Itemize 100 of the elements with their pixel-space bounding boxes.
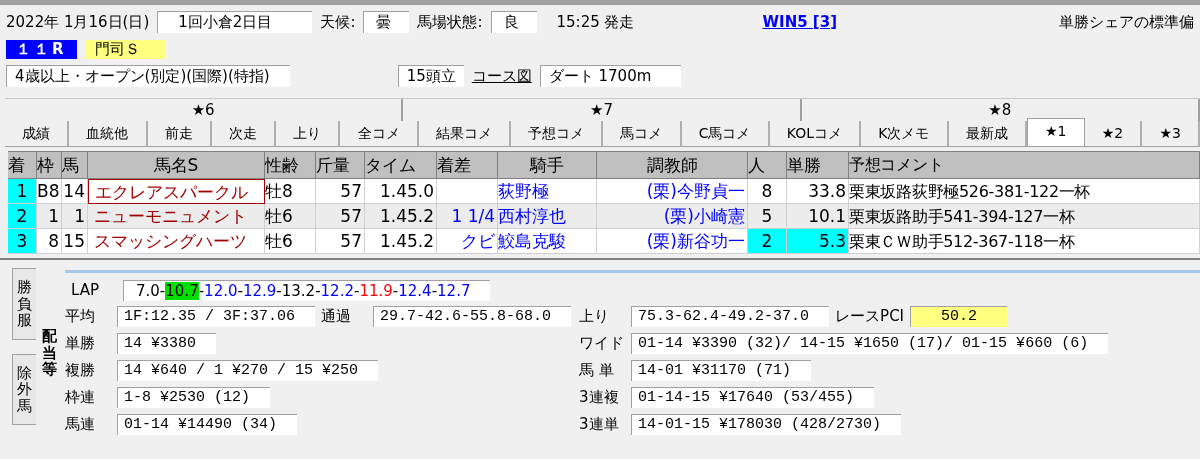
tab[interactable]: 上り bbox=[276, 121, 341, 146]
payout-label: 枠連 bbox=[65, 387, 96, 407]
table-cell: 57 bbox=[316, 179, 365, 204]
column-header: 馬 bbox=[62, 152, 88, 179]
column-header: 馬名S bbox=[88, 152, 265, 179]
column-header: 調教師 bbox=[597, 152, 748, 179]
table-cell: ニューモニュメント bbox=[88, 204, 265, 229]
table-cell: 2 bbox=[748, 229, 787, 254]
column-header: タイム bbox=[365, 152, 437, 179]
track-condition-label: 馬場状態: bbox=[417, 12, 483, 32]
column-header: 着差 bbox=[437, 152, 498, 179]
race-date: 2022年 1月16日(日) bbox=[6, 12, 150, 32]
table-cell: (栗)今野貞一 bbox=[597, 179, 748, 204]
tab[interactable]: 次走 bbox=[211, 121, 277, 146]
race-conditions-field: 4歳以上・オープン(別定)(国際)(特指) bbox=[6, 65, 290, 87]
course-field: ダート 1700m bbox=[539, 65, 682, 87]
tab[interactable]: ★2 bbox=[1084, 121, 1143, 146]
table-cell: エクレアスパークル bbox=[88, 179, 265, 204]
column-header: 予想コメント bbox=[849, 152, 1200, 179]
column-header: 枠 bbox=[37, 152, 62, 179]
payout-label: 複勝 bbox=[65, 360, 96, 380]
tab[interactable]: KOLコメ bbox=[769, 121, 862, 146]
tab[interactable]: 予想コメ bbox=[510, 121, 604, 146]
table-cell: 5.3 bbox=[787, 229, 849, 254]
payout-field: 01-14-15 ¥17640 (53/455) bbox=[631, 386, 875, 408]
payout-label: 3連複 bbox=[579, 387, 620, 407]
table-cell: 1 bbox=[62, 204, 88, 229]
tab[interactable]: 結果コメ bbox=[418, 121, 511, 146]
table-cell: 8 bbox=[37, 229, 62, 254]
stat-field: 75.3-62.4-49.2-37.0 bbox=[631, 305, 830, 327]
payout-label: ワイド bbox=[579, 333, 626, 353]
table-cell: 1.45.0 bbox=[365, 179, 437, 204]
tab-group-header[interactable]: ★7 bbox=[403, 99, 802, 121]
table-cell: 1 1/4 bbox=[437, 204, 498, 229]
stat-field: 1F:12.35 / 3F:37.06 bbox=[117, 305, 316, 327]
table-cell: 33.8 bbox=[787, 179, 849, 204]
side-tab[interactable]: 勝負服 bbox=[12, 268, 36, 340]
weather-field: 曇 bbox=[363, 11, 410, 33]
tab[interactable]: 血統他 bbox=[69, 121, 148, 146]
payout-field: 14-01-15 ¥178030 (428/2730) bbox=[631, 413, 902, 435]
share-label: 単勝シェアの標準偏 bbox=[1059, 12, 1194, 32]
stat-field: 29.7-42.6-55.8-68.0 bbox=[373, 305, 572, 327]
table-cell: 10.1 bbox=[787, 204, 849, 229]
table-cell: 1 bbox=[37, 204, 62, 229]
payout-field: 14-01 ¥31170 (71) bbox=[631, 359, 812, 381]
track-condition-field: 良 bbox=[490, 11, 537, 33]
tab[interactable]: 全コメ bbox=[340, 121, 419, 146]
lap-label: LAP bbox=[70, 281, 100, 299]
side-tab[interactable]: 配当等 bbox=[40, 328, 59, 378]
table-cell: 14 bbox=[62, 179, 88, 204]
post-time: 15:25 発走 bbox=[556, 12, 635, 32]
tab[interactable]: ★3 bbox=[1142, 121, 1200, 146]
stat-label: レースPCI bbox=[835, 306, 905, 326]
table-cell: 1.45.2 bbox=[365, 204, 437, 229]
column-header: 斤量 bbox=[316, 152, 365, 179]
tab[interactable]: C馬コメ bbox=[681, 121, 770, 146]
tab[interactable]: ★1 bbox=[1026, 118, 1085, 146]
tab[interactable]: K次メモ bbox=[861, 121, 949, 146]
table-cell: 西村淳也 bbox=[498, 204, 597, 229]
tab[interactable]: 成績 bbox=[5, 121, 70, 146]
meeting-field: 1回小倉2日目 bbox=[157, 11, 313, 33]
course-map-link[interactable]: コース図 bbox=[471, 66, 532, 86]
lap-field: 7.0-10.7-12.0-12.9-13.2-12.2-11.9-12.4-12.7 bbox=[123, 279, 491, 301]
column-header: 着 bbox=[8, 152, 37, 179]
table-cell: 牡8 bbox=[265, 179, 316, 204]
tab[interactable]: 前走 bbox=[147, 121, 212, 146]
weather-label: 天候: bbox=[320, 12, 356, 32]
tab[interactable]: 馬コメ bbox=[603, 121, 682, 146]
side-tab[interactable]: 除外馬 bbox=[12, 353, 36, 425]
table-cell: 57 bbox=[316, 204, 365, 229]
table-cell: 栗東坂路荻野極526-381-122一杯 bbox=[849, 179, 1200, 204]
table-cell: 1 bbox=[8, 179, 37, 204]
race-name-badge: 門司Ｓ bbox=[84, 39, 166, 59]
table-cell: 15 bbox=[62, 229, 88, 254]
table-cell: (栗)新谷功一 bbox=[597, 229, 748, 254]
runners-field: 15頭立 bbox=[397, 65, 464, 87]
column-header: 人 bbox=[748, 152, 787, 179]
table-cell: スマッシングハーツ bbox=[88, 229, 265, 254]
payout-field: 01-14 ¥14490 (34) bbox=[117, 413, 298, 435]
table-cell: 5 bbox=[748, 204, 787, 229]
column-header: 性齢 bbox=[265, 152, 316, 179]
tab-group-header[interactable]: ★6 bbox=[5, 99, 404, 121]
payout-field: 14 ¥3380 bbox=[117, 332, 216, 354]
payout-label: 馬連 bbox=[65, 414, 96, 434]
race-number-badge: １１R bbox=[6, 39, 77, 59]
payout-label: 3連単 bbox=[579, 414, 620, 434]
table-cell: 2 bbox=[8, 204, 37, 229]
table-cell: (栗)小崎憲 bbox=[597, 204, 748, 229]
payout-field: 01-14 ¥3390 (32)/ 14-15 ¥1650 (17)/ 01-15 ¥660 (6) bbox=[631, 332, 1109, 354]
payout-field: 1-8 ¥2530 (12) bbox=[117, 386, 271, 408]
stat-label: 上り bbox=[579, 306, 611, 326]
column-header: 騎手 bbox=[498, 152, 597, 179]
stat-field: 50.2 bbox=[910, 305, 1008, 327]
column-header: 単勝 bbox=[787, 152, 849, 179]
win5-link[interactable]: WIN5 [3] bbox=[762, 13, 837, 31]
payout-label: 単勝 bbox=[65, 333, 96, 353]
table-cell: 栗東ＣＷ助手512-367-118一杯 bbox=[849, 229, 1200, 254]
stat-label: 平均 bbox=[65, 306, 96, 326]
table-cell: クビ bbox=[437, 229, 498, 254]
table-cell: 3 bbox=[8, 229, 37, 254]
